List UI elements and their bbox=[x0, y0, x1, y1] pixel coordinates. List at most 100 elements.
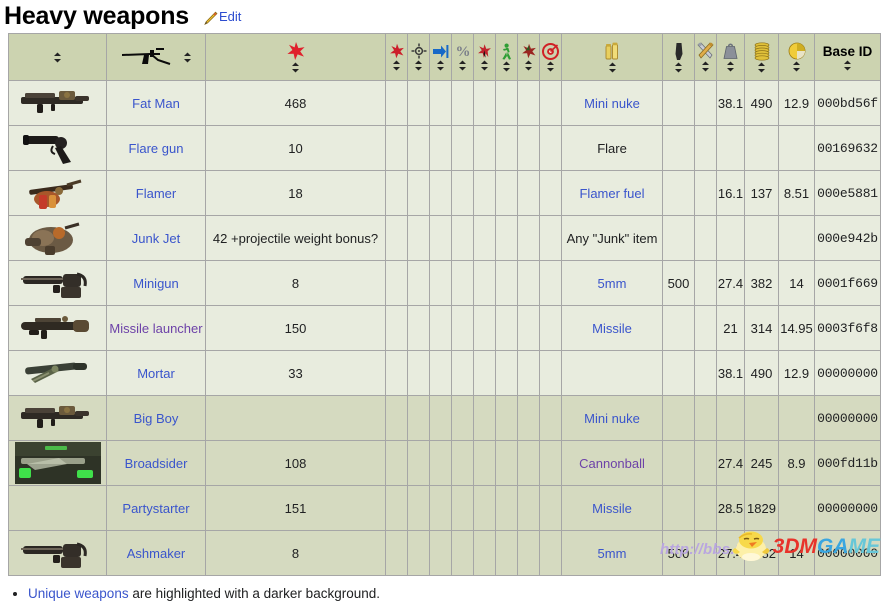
column-header-dmg2[interactable] bbox=[386, 34, 408, 81]
weapon-ammo-cell[interactable]: Missile bbox=[562, 306, 663, 351]
weapon-ammo-cell[interactable]: Flare bbox=[562, 126, 663, 171]
flare-gun-thumb bbox=[9, 128, 106, 168]
weapon-ammo-link[interactable]: Mini nuke bbox=[584, 96, 640, 111]
weapon-accuracy-cell bbox=[408, 351, 430, 396]
ammo-box-icon bbox=[602, 42, 622, 61]
weapon-ammo-cell[interactable]: Mini nuke bbox=[562, 396, 663, 441]
weapon-capacity-cell bbox=[663, 216, 695, 261]
weapon-name-cell[interactable]: Broadsider bbox=[107, 441, 206, 486]
weapon-value-cell bbox=[745, 126, 779, 171]
column-header-name[interactable] bbox=[107, 34, 206, 81]
edit-section[interactable]: Edit bbox=[201, 9, 241, 24]
weapon-ammo-link[interactable]: Missile bbox=[592, 501, 632, 516]
weapon-ratio-cell: 12.9 bbox=[779, 81, 815, 126]
weapon-damage-cell: 8 bbox=[206, 531, 386, 576]
weapon-name-link[interactable]: Mortar bbox=[137, 366, 175, 381]
weapon-name-cell[interactable]: Ashmaker bbox=[107, 531, 206, 576]
column-header-accuracy[interactable] bbox=[408, 34, 430, 81]
weapon-ammo-link[interactable]: Mini nuke bbox=[584, 411, 640, 426]
sort-arrows-icon bbox=[501, 61, 512, 72]
page-title: Heavy weapons bbox=[4, 2, 189, 30]
weapon-target-cell bbox=[540, 441, 562, 486]
weapon-name-link[interactable]: Minigun bbox=[133, 276, 179, 291]
weapon-image-cell[interactable] bbox=[9, 216, 107, 261]
table-row: Junk Jet42 +projectile weight bonus?Any … bbox=[9, 216, 881, 261]
column-header-ratio[interactable] bbox=[779, 34, 815, 81]
weapon-image-cell[interactable] bbox=[9, 261, 107, 306]
weapon-image-cell[interactable] bbox=[9, 351, 107, 396]
weapon-accuracy-cell bbox=[408, 261, 430, 306]
weapon-name-link[interactable]: Flamer bbox=[136, 186, 176, 201]
weapon-image-cell[interactable] bbox=[9, 486, 107, 531]
weapon-name-cell[interactable]: Missile launcher bbox=[107, 306, 206, 351]
percent-icon: % bbox=[454, 43, 472, 59]
sort-arrows-icon bbox=[791, 61, 802, 72]
weapon-weight-cell: 28.5 bbox=[717, 486, 745, 531]
weapon-image-cell[interactable] bbox=[9, 171, 107, 216]
weapon-name-link[interactable]: Missile launcher bbox=[109, 321, 202, 336]
weapon-name-link[interactable]: Partystarter bbox=[122, 501, 189, 516]
weapon-name-cell[interactable]: Flare gun bbox=[107, 126, 206, 171]
weapon-ammo-cell[interactable]: Any "Junk" item bbox=[562, 216, 663, 261]
weapon-name-cell[interactable]: Partystarter bbox=[107, 486, 206, 531]
weapon-name-link[interactable]: Ashmaker bbox=[127, 546, 186, 561]
weapon-ammo-cell[interactable]: 5mm bbox=[562, 261, 663, 306]
weapon-ammo-cell[interactable]: Flamer fuel bbox=[562, 171, 663, 216]
weapon-image-cell[interactable] bbox=[9, 531, 107, 576]
weapon-name-cell[interactable]: Fat Man bbox=[107, 81, 206, 126]
weapon-name-cell[interactable]: Big Boy bbox=[107, 396, 206, 441]
weapon-image-cell[interactable] bbox=[9, 126, 107, 171]
big-boy-thumb bbox=[9, 398, 106, 438]
weapon-damage-cell: 468 bbox=[206, 81, 386, 126]
weapon-name-link[interactable]: Big Boy bbox=[134, 411, 179, 426]
column-header-speed[interactable] bbox=[496, 34, 518, 81]
weapon-image-cell[interactable] bbox=[9, 441, 107, 486]
column-header-ammo[interactable] bbox=[562, 34, 663, 81]
weapon-ammo-link[interactable]: 5mm bbox=[598, 276, 627, 291]
weapon-name-link[interactable]: Broadsider bbox=[125, 456, 188, 471]
weapon-ammo-link[interactable]: Cannonball bbox=[579, 456, 645, 471]
column-header-crit2[interactable] bbox=[518, 34, 540, 81]
column-header-repair[interactable] bbox=[695, 34, 717, 81]
weapon-dmg2-cell bbox=[386, 261, 408, 306]
weapon-name-link[interactable]: Flare gun bbox=[129, 141, 184, 156]
weapon-ammo-link[interactable]: 5mm bbox=[598, 546, 627, 561]
weapon-ammo-cell[interactable] bbox=[562, 351, 663, 396]
column-header-capacity[interactable] bbox=[663, 34, 695, 81]
column-header-weight[interactable] bbox=[717, 34, 745, 81]
column-header-baseid[interactable]: Base ID bbox=[815, 34, 881, 81]
weapon-ammo-cell[interactable]: Missile bbox=[562, 486, 663, 531]
weapon-image-cell[interactable] bbox=[9, 81, 107, 126]
weapon-ammo-link[interactable]: Missile bbox=[592, 321, 632, 336]
column-header-target[interactable] bbox=[540, 34, 562, 81]
weapon-name-link[interactable]: Fat Man bbox=[132, 96, 180, 111]
weapon-image-cell[interactable] bbox=[9, 396, 107, 441]
column-header-image[interactable] bbox=[9, 34, 107, 81]
weapon-name-cell[interactable]: Mortar bbox=[107, 351, 206, 396]
weapon-name-link[interactable]: Junk Jet bbox=[132, 231, 180, 246]
page-header: Heavy weapons Edit bbox=[0, 0, 888, 30]
weapon-dmg2-cell bbox=[386, 171, 408, 216]
weapon-image-cell[interactable] bbox=[9, 306, 107, 351]
column-header-percent[interactable]: % bbox=[452, 34, 474, 81]
column-header-value[interactable] bbox=[745, 34, 779, 81]
weapon-ratio-cell: 8.9 bbox=[779, 441, 815, 486]
weapon-weight-cell: 27.4 bbox=[717, 531, 745, 576]
weapon-ratio-cell: 14.95 bbox=[779, 306, 815, 351]
table-row: Minigun85mm50027.4382140001f669 bbox=[9, 261, 881, 306]
weapon-ammo-cell[interactable]: Mini nuke bbox=[562, 81, 663, 126]
weapon-baseid-cell: 00000000 bbox=[815, 486, 881, 531]
weapon-name-cell[interactable]: Flamer bbox=[107, 171, 206, 216]
weapon-ammo-cell[interactable]: Cannonball bbox=[562, 441, 663, 486]
column-header-damage[interactable] bbox=[206, 34, 386, 81]
unique-weapons-link[interactable]: Unique weapons bbox=[28, 586, 129, 601]
weapon-ammo-link[interactable]: Flamer fuel bbox=[579, 186, 644, 201]
weapon-baseid-cell: 00000000 bbox=[815, 351, 881, 396]
weapon-baseid-cell: 000e5881 bbox=[815, 171, 881, 216]
weapon-name-cell[interactable]: Minigun bbox=[107, 261, 206, 306]
weapon-ammo-cell[interactable]: 5mm bbox=[562, 531, 663, 576]
weapon-name-cell[interactable]: Junk Jet bbox=[107, 216, 206, 261]
column-header-crit[interactable] bbox=[474, 34, 496, 81]
column-header-apcost[interactable] bbox=[430, 34, 452, 81]
edit-link[interactable]: Edit bbox=[219, 9, 241, 24]
